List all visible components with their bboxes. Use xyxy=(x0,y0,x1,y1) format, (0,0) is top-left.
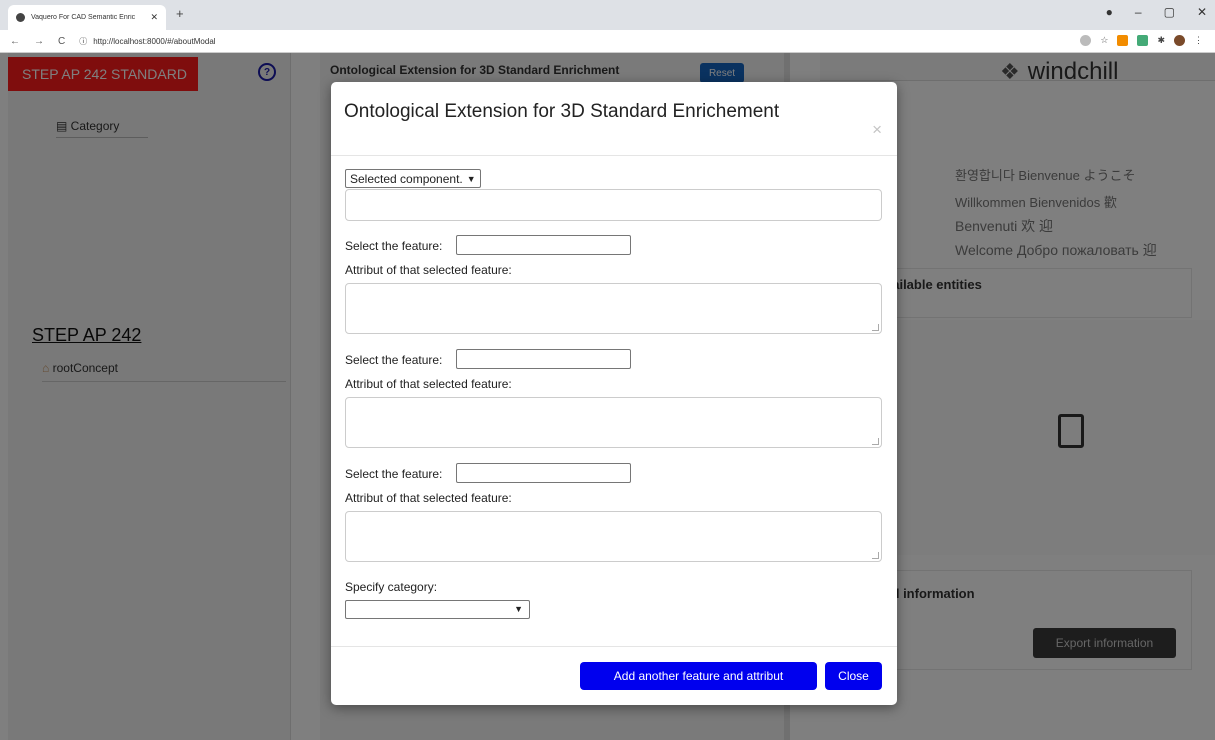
url-text: http://localhost:8000/#/aboutModal xyxy=(93,36,216,46)
enrichment-modal: Ontological Extension for 3D Standard En… xyxy=(331,82,897,705)
modal-footer-divider xyxy=(331,646,897,647)
add-feature-button[interactable]: Add another feature and attribut xyxy=(580,662,817,690)
info-icon[interactable]: ⓘ xyxy=(79,36,87,47)
forward-icon[interactable]: → xyxy=(34,36,44,47)
close-icon[interactable]: × xyxy=(872,120,882,140)
star-icon[interactable]: ☆ xyxy=(1100,35,1108,46)
window-controls: ● – ▢ ✕ xyxy=(1106,5,1207,19)
attribute-textarea[interactable] xyxy=(345,283,882,334)
new-tab-button[interactable]: + xyxy=(176,6,184,21)
browser-tabbar: Vaquero For CAD Semantic Enric ✕ + ● – ▢… xyxy=(0,0,1215,30)
attribute-textarea[interactable] xyxy=(345,397,882,448)
globe-icon xyxy=(16,13,25,22)
url-field[interactable]: ⓘ http://localhost:8000/#/aboutModal xyxy=(79,36,215,47)
puzzle-icon[interactable]: ✱ xyxy=(1157,35,1165,46)
close-window-button[interactable]: ✕ xyxy=(1197,5,1207,19)
feature-label: Select the feature: xyxy=(345,239,443,253)
extension-icon[interactable] xyxy=(1117,35,1129,46)
tab-title: Vaquero For CAD Semantic Enric xyxy=(31,14,136,21)
feature-input[interactable] xyxy=(456,235,631,255)
browser-tab[interactable]: Vaquero For CAD Semantic Enric ✕ xyxy=(8,5,166,30)
close-button[interactable]: Close xyxy=(825,662,882,690)
attribute-textarea[interactable] xyxy=(345,511,882,562)
extension-icon[interactable] xyxy=(1137,35,1149,46)
modal-title: Ontological Extension for 3D Standard En… xyxy=(344,101,780,122)
extension-icons: ☆ ✱ ⋮ xyxy=(1080,35,1203,46)
component-select[interactable]: Selected component. ▼ xyxy=(345,169,481,188)
attribute-label: Attribut of that selected feature: xyxy=(345,377,512,391)
minimize-button[interactable]: – xyxy=(1135,5,1142,19)
chevron-down-icon: ▼ xyxy=(466,173,476,184)
attribute-label: Attribut of that selected feature: xyxy=(345,263,512,277)
modal-header: Ontological Extension for 3D Standard En… xyxy=(331,82,897,156)
reload-icon[interactable]: C xyxy=(58,36,65,47)
avatar[interactable] xyxy=(1174,35,1185,46)
maximize-button[interactable]: ▢ xyxy=(1164,5,1175,19)
feature-label: Select the feature: xyxy=(345,467,443,481)
feature-input[interactable] xyxy=(456,463,631,483)
category-select[interactable]: ▼ xyxy=(345,600,530,619)
profile-dot-icon[interactable]: ● xyxy=(1106,5,1113,19)
attribute-label: Attribut of that selected feature: xyxy=(345,491,512,505)
nav-buttons: ← → C xyxy=(10,36,65,47)
address-bar: ← → C ⓘ http://localhost:8000/#/aboutMod… xyxy=(0,30,1215,53)
category-label: Specify category: xyxy=(345,580,438,594)
component-select-value: Selected component. xyxy=(350,171,463,186)
menu-icon[interactable]: ⋮ xyxy=(1194,35,1203,46)
chevron-down-icon: ▼ xyxy=(514,604,523,614)
component-textbox[interactable] xyxy=(345,189,882,221)
feature-label: Select the feature: xyxy=(345,353,443,367)
tab-close-icon[interactable]: ✕ xyxy=(150,12,158,23)
back-icon[interactable]: ← xyxy=(10,36,20,47)
feature-input[interactable] xyxy=(456,349,631,369)
zoom-icon[interactable] xyxy=(1080,35,1092,46)
